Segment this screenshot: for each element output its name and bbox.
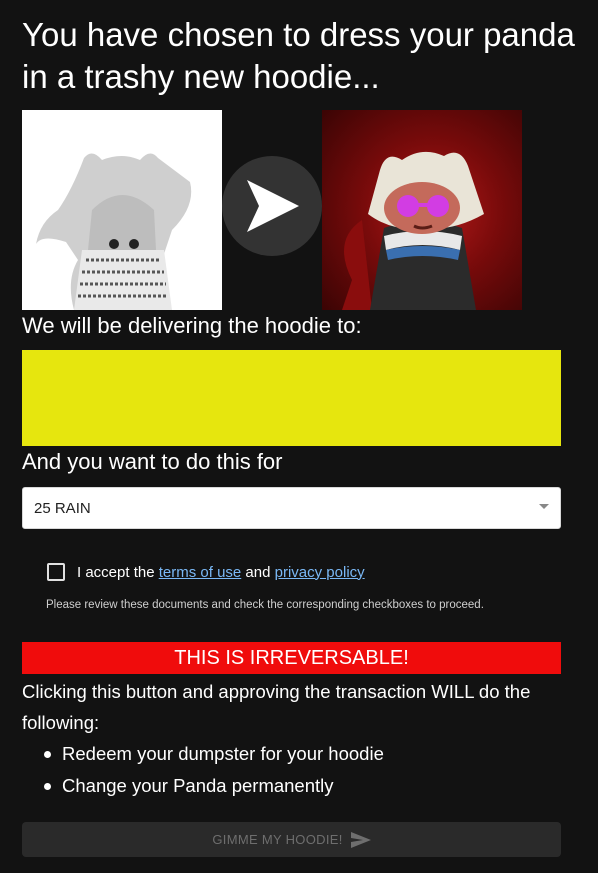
terms-row: I accept the terms of use and privacy po… xyxy=(47,563,365,581)
price-select-value: 25 RAIN xyxy=(34,499,91,517)
delivery-label: We will be delivering the hoodie to: xyxy=(22,313,362,338)
hoodie-preview-image xyxy=(22,110,222,310)
send-icon xyxy=(350,831,371,848)
terms-checkbox[interactable] xyxy=(47,563,65,581)
price-label: And you want to do this for xyxy=(22,449,283,474)
arrow-right-icon xyxy=(222,156,322,256)
submit-button-label: GIMME MY HOODIE! xyxy=(212,832,343,847)
effects-list: Redeem your dumpster for your hoodie Cha… xyxy=(44,738,384,802)
price-select[interactable]: 25 RAIN xyxy=(22,487,561,529)
chevron-down-icon xyxy=(539,504,549,509)
privacy-policy-link[interactable]: privacy policy xyxy=(275,564,365,581)
list-item: Change your Panda permanently xyxy=(44,770,384,802)
panda-result-image xyxy=(322,110,522,310)
list-item: Redeem your dumpster for your hoodie xyxy=(44,738,384,770)
terms-of-use-link[interactable]: terms of use xyxy=(159,564,242,581)
transaction-description: Clicking this button and approving the t… xyxy=(22,681,531,733)
terms-and: and xyxy=(241,563,275,581)
terms-prefix: I accept the xyxy=(77,563,159,581)
page-title: You have chosen to dress your panda in a… xyxy=(22,16,575,95)
gimme-hoodie-button[interactable]: GIMME MY HOODIE! xyxy=(22,822,561,857)
review-note: Please review these documents and check … xyxy=(46,599,484,611)
irreversible-warning: THIS IS IRREVERSABLE! xyxy=(22,642,561,674)
delivery-address-box xyxy=(22,350,561,446)
